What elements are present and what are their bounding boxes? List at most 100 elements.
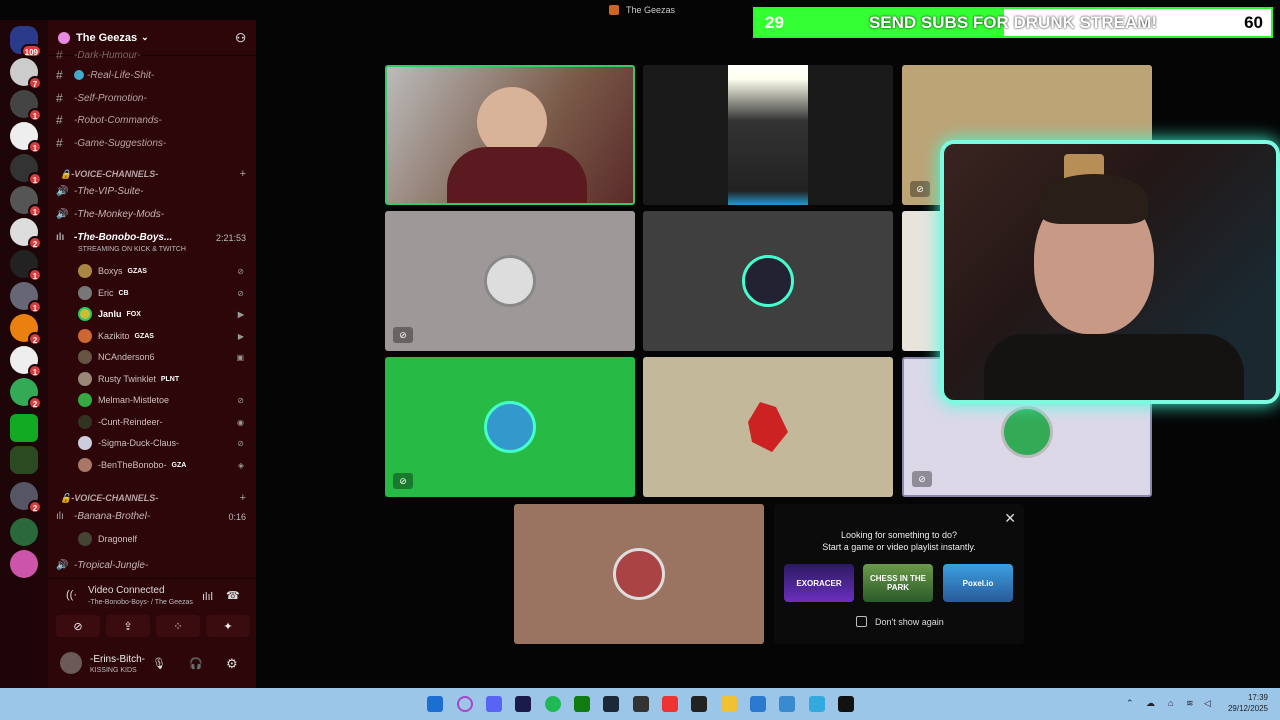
server-icon-9[interactable]: 2 (10, 314, 42, 346)
voice-status: Video Connected (88, 585, 165, 596)
channel-label: -The-VIP-Suite- (74, 186, 144, 197)
cloud-icon[interactable]: ☁ (1146, 698, 1155, 709)
category-label: -VOICE-CHANNELS- (71, 169, 159, 179)
server-icon-15[interactable] (10, 518, 38, 546)
voice-channel-link[interactable]: -The-Bonobo-Boys- / The Geezas (88, 599, 193, 606)
clock[interactable]: 17:39 29/12/2025 (1228, 692, 1268, 714)
premiere-icon[interactable] (515, 696, 531, 712)
voice-user[interactable]: Boxys GZAS ⊘ (78, 262, 248, 280)
voice-user[interactable]: -Sigma-Duck-Claus- ⊘ (78, 434, 248, 452)
channel-robot-commands[interactable]: # -Robot-Commands- (56, 111, 162, 129)
server-icon-16[interactable] (10, 550, 38, 578)
server-icon-2[interactable]: 1 (10, 90, 42, 122)
voice-user[interactable]: NCAnderson6 ▣ (78, 348, 248, 366)
folder-icon[interactable] (721, 696, 737, 712)
add-channel-icon[interactable]: + (240, 168, 246, 180)
server-icon-6[interactable]: 2 (10, 218, 42, 250)
headphones-icon[interactable]: 🎧 (189, 657, 203, 670)
video-tile-avatar[interactable]: ⊘ (385, 357, 635, 497)
invite-icon[interactable]: ⚇ (235, 31, 246, 45)
video-tile-room[interactable] (643, 65, 893, 205)
xbox-icon[interactable] (574, 696, 590, 712)
server-icon-11[interactable]: 2 (10, 378, 42, 410)
gear-icon[interactable]: ⚙ (226, 656, 238, 672)
checkbox[interactable] (856, 616, 867, 627)
discord-icon[interactable] (486, 696, 502, 712)
voice-user[interactable]: Dragonelf (78, 530, 248, 548)
voice-user[interactable]: Eric CB ⊘ (78, 284, 248, 302)
voice-channel-monkey-mods[interactable]: 🔊 -The-Monkey-Mods- (56, 209, 164, 220)
edge-icon[interactable] (809, 696, 825, 712)
avatar (742, 255, 794, 307)
voice-channel-tropical-jungle[interactable]: 🔊 -Tropical-Jungle- (56, 560, 148, 571)
home-dm-icon[interactable]: 109 (10, 26, 42, 58)
current-user-status: KISSING KIDS (90, 667, 137, 674)
voice-user[interactable]: -Cunt-Reindeer- ◉ (78, 413, 248, 431)
soundboard-button[interactable]: ✦ (206, 615, 250, 637)
channel-label: -Game-Suggestions- (74, 137, 167, 149)
voice-user[interactable]: Janlu FOX ▶ (78, 305, 248, 323)
channel-self-promotion[interactable]: # -Self-Promotion- (56, 89, 147, 107)
server-icon-7[interactable]: 1 (10, 250, 42, 282)
server-icon-10[interactable]: 1 (10, 346, 42, 378)
volume-icon[interactable]: ◁ (1204, 698, 1211, 709)
channel-real-life[interactable]: # -Real-Life-Shit- (56, 66, 154, 84)
terminal-icon[interactable] (838, 696, 854, 712)
notepad-icon[interactable] (750, 696, 766, 712)
wifi-icon[interactable]: ≋ (1186, 698, 1194, 709)
video-tile-avatar[interactable] (643, 357, 893, 497)
server-icon-1[interactable]: 7 (10, 58, 42, 90)
activities-button[interactable]: ⁘ (156, 615, 200, 637)
kick-server-icon[interactable] (10, 414, 38, 442)
server-icon-4[interactable]: 1 (10, 154, 42, 186)
avatar[interactable] (60, 652, 82, 674)
voice-user[interactable]: Kazikito GZAS ▶ (78, 327, 248, 345)
server-icon-3[interactable]: 1 (10, 122, 42, 154)
windows-start-icon[interactable] (427, 696, 443, 712)
origin-icon[interactable] (662, 696, 678, 712)
video-tile-avatar[interactable] (514, 504, 764, 644)
voice-channel-banana-brothel[interactable]: ılı -Banana-Brothel- (56, 511, 150, 522)
camera-toggle-button[interactable]: ⊘ (56, 615, 100, 637)
screen-share-button[interactable]: ⇪ (106, 615, 150, 637)
person-body (984, 334, 1244, 400)
signal-icon[interactable]: ((· (66, 589, 77, 601)
channel-game-suggestions[interactable]: # -Game-Suggestions- (56, 134, 166, 152)
photos-icon[interactable] (779, 696, 795, 712)
obs-icon[interactable] (633, 696, 649, 712)
category-voice-channels-2[interactable]: 🔓-VOICE-CHANNELS- (60, 493, 158, 504)
noise-suppression-icon[interactable]: ılıl (202, 591, 213, 603)
voice-channel-vip-suite[interactable]: 🔊 -The-VIP-Suite- (56, 186, 143, 197)
steam-icon[interactable] (603, 696, 619, 712)
video-tile-avatar[interactable]: ⊘ (385, 211, 635, 351)
server-icon-8[interactable]: 1 (10, 282, 42, 314)
voice-user[interactable]: Melman-Mistletoe ⊘ (78, 391, 248, 409)
chevron-up-icon[interactable]: ⌃ (1126, 698, 1134, 709)
category-voice-channels[interactable]: 🔒-VOICE-CHANNELS- (60, 169, 158, 180)
dont-show-again-checkbox[interactable]: Don't show again (856, 616, 944, 627)
network-icon[interactable]: ⌂ (1168, 698, 1173, 708)
server-icon-13[interactable] (10, 446, 38, 474)
channel-dark-humour[interactable]: # -Dark-Humour- (56, 46, 141, 64)
cortana-icon[interactable] (457, 696, 473, 712)
voice-channel-bonobo-boys[interactable]: ılı -The-Bonobo-Boys... (56, 232, 172, 243)
server-icon-14[interactable]: 2 (10, 482, 42, 514)
user-name: Dragonelf (98, 534, 138, 544)
person-hair (1040, 174, 1148, 224)
video-tile-avatar[interactable] (643, 211, 893, 351)
server-icon-5[interactable]: 1 (10, 186, 42, 218)
spotify-icon[interactable] (545, 696, 561, 712)
epic-games-icon[interactable] (691, 696, 707, 712)
game-chess-in-the-park[interactable]: CHESS IN THE PARK (863, 564, 933, 602)
disconnect-icon[interactable]: ☎ (226, 589, 240, 602)
voice-user[interactable]: Rusty Twinklet PLNT (78, 370, 248, 388)
video-tile-webcam[interactable] (385, 65, 635, 205)
voice-user[interactable]: -BenTheBonobo- GZA ◈ (78, 456, 248, 474)
sub-goal-label: SEND SUBS FOR DRUNK STREAM! (868, 13, 1158, 32)
add-channel-icon[interactable]: + (240, 492, 246, 504)
close-icon[interactable]: ✕ (1004, 510, 1016, 527)
game-poxel[interactable]: Poxel.io (943, 564, 1013, 602)
microphone-icon[interactable]: 🎙 (152, 657, 166, 670)
game-exoracer[interactable]: EXORACER (784, 564, 854, 602)
activity-icon: ◈ (237, 460, 244, 470)
